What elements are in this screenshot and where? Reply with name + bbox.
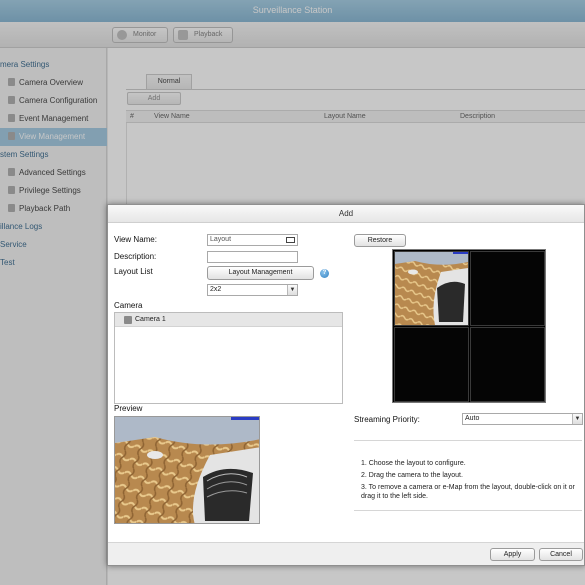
description-label: Description: [114,252,157,261]
layout-list-label: Layout List [114,267,153,276]
instruction-3: 3. To remove a camera or e-Map from the … [361,484,575,500]
dropdown-arrow-icon: ▼ [287,285,297,295]
layout-grid-2x2[interactable] [392,249,546,403]
add-view-dialog: Add View Name: Layout Description: Layou… [107,204,585,566]
layout-cell-1[interactable] [394,251,469,326]
instruction-1: 1. Choose the layout to configure. [361,460,466,467]
section-divider [354,440,582,441]
section-divider [354,510,582,511]
instruction-2: 2. Drag the camera to the layout. [361,472,463,479]
layout-cell-2[interactable] [470,251,545,326]
camera-icon [124,316,132,324]
keyboard-icon[interactable] [286,237,295,243]
dropdown-arrow-icon: ▼ [572,414,582,424]
layout-select-value: 2x2 [210,286,222,293]
view-name-label: View Name: [114,235,157,244]
view-name-placeholder: Layout [210,236,232,243]
dialog-title: Add [108,205,584,223]
streaming-priority-select[interactable]: Auto ▼ [462,413,583,425]
streaming-priority-value: Auto [465,415,480,422]
description-input[interactable] [207,251,298,263]
streaming-priority-label: Streaming Priority: [354,415,420,424]
camera-section-label: Camera [114,301,143,310]
layout-management-button[interactable]: Layout Management [207,266,314,280]
layout-cell-3[interactable] [394,327,469,402]
camera-preview-scene [115,417,259,523]
apply-button[interactable]: Apply [490,548,535,561]
help-icon[interactable]: ? [320,269,329,278]
layout-cell-4[interactable] [470,327,545,402]
layout-select[interactable]: 2x2 ▼ [207,284,298,296]
restore-button[interactable]: Restore [354,234,406,247]
preview-label: Preview [114,404,143,413]
camera-list: Camera 1 [114,312,343,404]
camera-item-label: Camera 1 [135,316,166,323]
cancel-button[interactable]: Cancel [539,548,583,561]
layout-cell-1-camera-feed [395,252,468,325]
camera-list-item[interactable]: Camera 1 [115,313,342,327]
view-name-input[interactable]: Layout [207,234,298,246]
dialog-footer: Apply Cancel [108,542,584,565]
camera-preview-image [114,416,260,524]
